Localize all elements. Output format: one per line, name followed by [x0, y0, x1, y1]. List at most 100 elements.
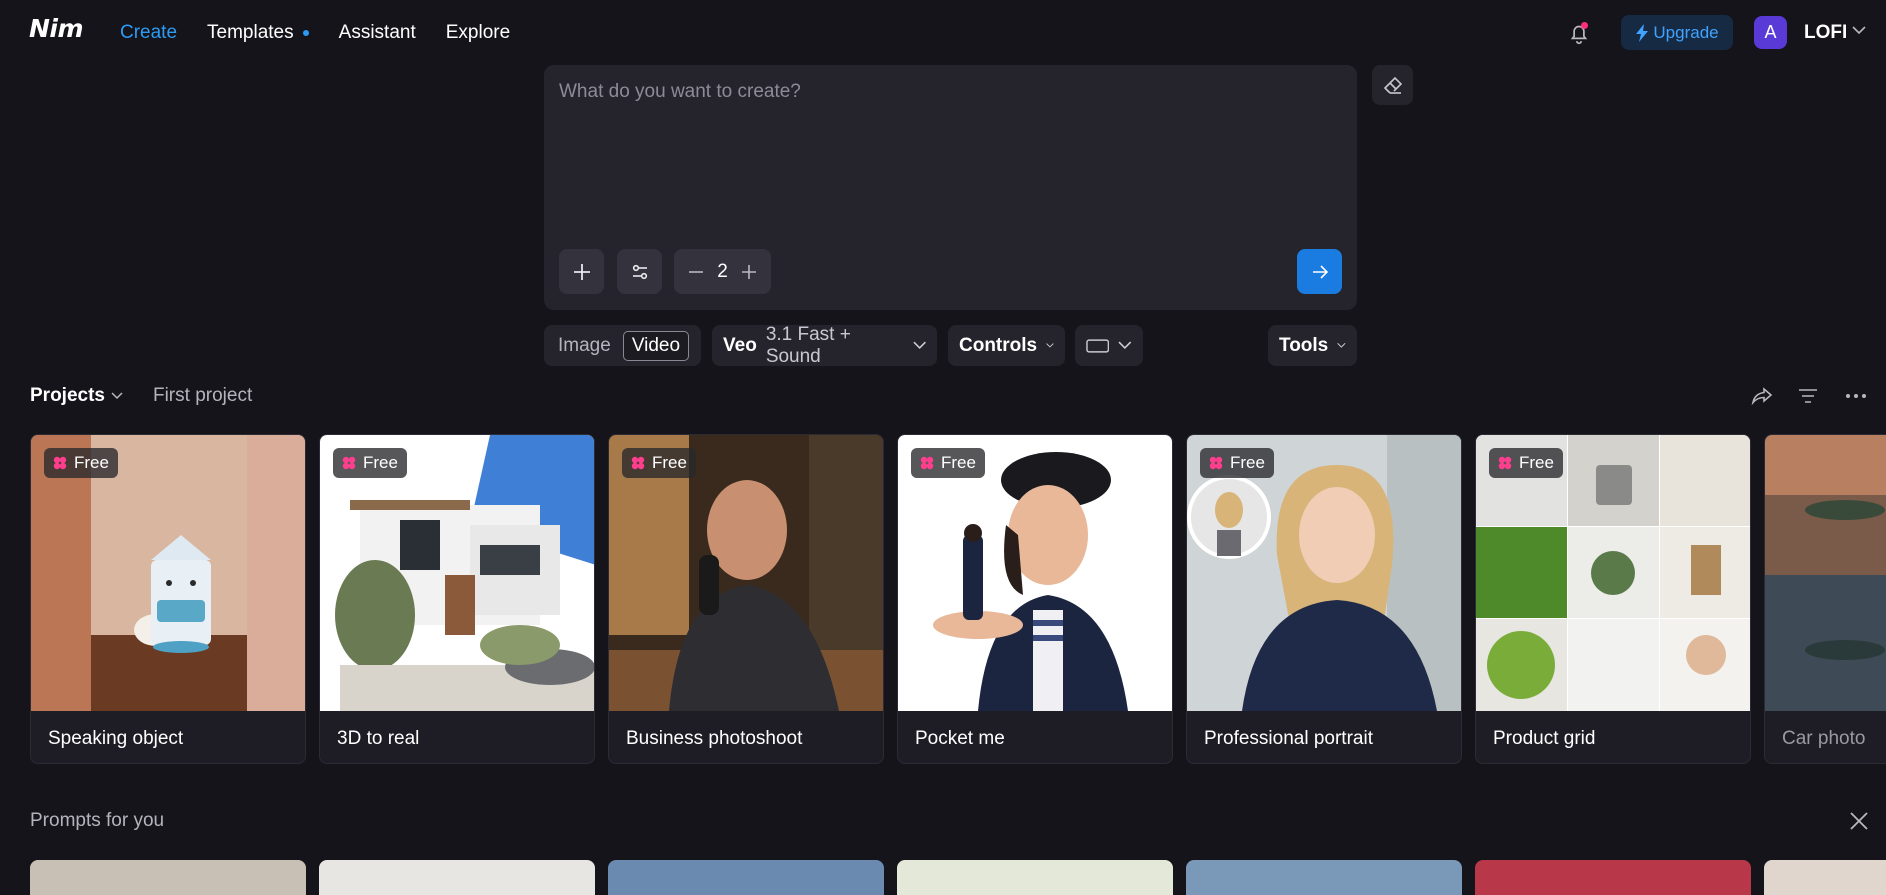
chevron-down-icon [1046, 343, 1054, 348]
template-title: Professional portrait [1204, 728, 1373, 749]
controls-dropdown[interactable]: Controls [948, 325, 1065, 366]
nav-create[interactable]: Create [120, 22, 177, 44]
aspect-ratio-dropdown[interactable] [1075, 325, 1143, 366]
template-card-pocket-me[interactable]: Free Pocket me [897, 434, 1173, 764]
free-badge: Free [622, 448, 696, 478]
template-card-product-grid[interactable]: Free Product grid [1475, 434, 1751, 764]
nav-templates[interactable]: Templates [207, 22, 309, 44]
model-selector[interactable]: Veo 3.1 Fast + Sound [712, 323, 937, 367]
app-logo[interactable]: Nim [29, 14, 84, 43]
plus-icon [573, 263, 590, 280]
template-card-professional-portrait[interactable]: Free Professional portrait [1186, 434, 1462, 764]
prompt-thumbnail[interactable] [608, 860, 884, 895]
flower-icon [1209, 456, 1223, 470]
decrement-button[interactable] [686, 262, 706, 282]
nav-explore-label: Explore [445, 22, 511, 43]
eraser-icon [1383, 76, 1402, 94]
projects-label: Projects [30, 385, 105, 406]
flower-icon [1498, 456, 1512, 470]
flower-icon [342, 456, 356, 470]
flower-icon [53, 456, 67, 470]
flower-icon [631, 456, 645, 470]
template-title: Car photo [1782, 728, 1866, 749]
arrow-right-icon [1312, 264, 1328, 279]
share-icon[interactable] [1750, 383, 1774, 409]
chevron-down-icon [913, 341, 926, 349]
upgrade-label: Upgrade [1653, 22, 1719, 42]
free-badge: Free [1200, 448, 1274, 478]
username[interactable]: LOFI [1804, 22, 1847, 44]
free-badge: Free [911, 448, 985, 478]
upgrade-button[interactable]: Upgrade [1621, 15, 1733, 50]
settings-button[interactable] [617, 249, 662, 294]
prompt-thumbnail[interactable] [30, 860, 306, 895]
minus-icon [688, 270, 703, 273]
tools-dropdown[interactable]: Tools [1268, 325, 1357, 366]
free-badge-label: Free [941, 453, 976, 472]
flower-icon [920, 456, 934, 470]
free-badge-label: Free [363, 453, 398, 472]
prompt-input[interactable] [559, 81, 1339, 241]
mode-image[interactable]: Image [550, 332, 619, 360]
template-title: Business photoshoot [626, 728, 803, 749]
sliders-icon [632, 264, 647, 279]
template-title: Speaking object [48, 728, 184, 749]
template-card-speaking-object[interactable]: Free Speaking object [30, 434, 306, 764]
nav-explore[interactable]: Explore [446, 22, 510, 44]
send-button[interactable] [1297, 249, 1342, 294]
prompts-section-title: Prompts for you [30, 810, 165, 831]
prompt-thumbnail[interactable] [1186, 860, 1462, 895]
model-variant: 3.1 Fast + Sound [765, 323, 851, 367]
prompt-composer: 2 [544, 65, 1357, 310]
filter-icon[interactable] [1796, 383, 1820, 409]
avatar[interactable]: A [1754, 16, 1787, 49]
current-project[interactable]: First project [153, 385, 252, 407]
more-options-icon[interactable] [1844, 383, 1868, 409]
main-nav: Create Templates Assistant Explore [120, 22, 540, 44]
template-carousel: Free Speaking object Free 3D to real Fre… [30, 434, 1886, 764]
free-badge: Free [44, 448, 118, 478]
prompt-thumbnail[interactable] [1764, 860, 1886, 895]
notification-dot [1581, 22, 1588, 29]
mode-video[interactable]: Video [622, 330, 690, 361]
clear-prompt-button[interactable] [1372, 65, 1413, 105]
prompt-thumbnail[interactable] [319, 860, 595, 895]
free-badge-label: Free [74, 453, 109, 472]
nav-assistant[interactable]: Assistant [339, 22, 416, 44]
nav-assistant-label: Assistant [338, 22, 416, 43]
plus-icon [742, 264, 757, 279]
projects-bar: Projects First project [30, 385, 252, 407]
template-title: 3D to real [337, 728, 420, 749]
template-title: Product grid [1493, 728, 1596, 749]
model-name: Veo [723, 334, 757, 356]
tools-label: Tools [1279, 334, 1329, 356]
free-badge-label: Free [1519, 453, 1554, 472]
chevron-down-icon [1337, 342, 1346, 348]
template-card-business-photoshoot[interactable]: Free Business photoshoot [608, 434, 884, 764]
template-thumbnail [1765, 435, 1886, 711]
count-value: 2 [717, 260, 728, 282]
prompt-suggestions-row [30, 860, 1886, 895]
lightning-icon [1636, 23, 1649, 42]
prompt-thumbnail[interactable] [1475, 860, 1751, 895]
notifications-bell-icon[interactable] [1566, 20, 1592, 46]
template-title: Pocket me [915, 728, 1005, 749]
add-media-button[interactable] [559, 249, 604, 294]
projects-dropdown[interactable]: Projects [30, 385, 123, 407]
close-icon[interactable] [1848, 810, 1870, 832]
count-stepper: 2 [674, 249, 771, 294]
template-card-car-photo[interactable]: Car photo [1764, 434, 1886, 764]
free-badge: Free [333, 448, 407, 478]
increment-button[interactable] [739, 262, 759, 282]
free-badge-label: Free [652, 453, 687, 472]
aspect-ratio-icon [1086, 338, 1110, 353]
controls-label: Controls [959, 334, 1038, 356]
chevron-down-icon[interactable] [1852, 26, 1866, 35]
prompt-thumbnail[interactable] [897, 860, 1173, 895]
nav-create-label: Create [120, 22, 178, 43]
new-indicator-dot [302, 30, 309, 36]
free-badge-label: Free [1230, 453, 1265, 472]
template-card-3d-to-real[interactable]: Free 3D to real [319, 434, 595, 764]
chevron-down-icon [111, 392, 123, 400]
top-bar: Nim Create Templates Assistant Explore U… [0, 0, 1886, 66]
